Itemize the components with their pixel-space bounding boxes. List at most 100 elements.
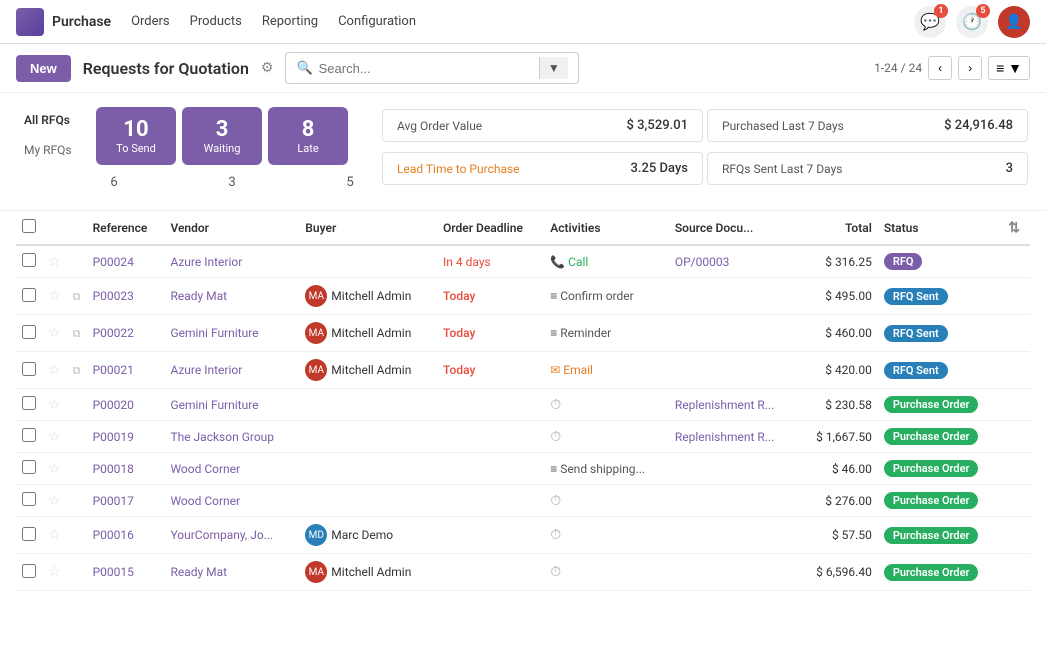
status-badge: Purchase Order <box>884 564 979 581</box>
vendor-link[interactable]: The Jackson Group <box>170 430 274 444</box>
kpi-row-1: Avg Order Value $ 3,529.01 Purchased Las… <box>380 107 1030 144</box>
nav-reporting[interactable]: Reporting <box>262 10 318 33</box>
status-badge: RFQ Sent <box>884 288 948 305</box>
favorite-icon[interactable]: ☆ <box>48 254 61 270</box>
ref-link[interactable]: P00015 <box>93 565 134 579</box>
kpi-area: Avg Order Value $ 3,529.01 Purchased Las… <box>380 107 1030 187</box>
ref-link[interactable]: P00018 <box>93 462 134 476</box>
waiting-card[interactable]: 3 Waiting <box>182 107 262 165</box>
activity-label[interactable]: 📞 Call <box>550 255 588 269</box>
activity-button[interactable]: 🕐 5 <box>956 6 988 38</box>
source-doc-link[interactable]: Replenishment R... <box>675 430 774 444</box>
view-options-button[interactable]: ≡ ▼ <box>988 56 1030 80</box>
ref-link[interactable]: P00017 <box>93 494 134 508</box>
table-area: Reference Vendor Buyer Order Deadline Ac… <box>0 211 1046 591</box>
header-deadline: Order Deadline <box>437 211 544 245</box>
favorite-icon[interactable]: ☆ <box>48 429 61 445</box>
my-waiting: 3 <box>222 175 242 190</box>
nav-items: Orders Products Reporting Configuration <box>131 10 914 33</box>
buyer-cell: MAMitchell Admin <box>305 359 431 381</box>
late-card[interactable]: 8 Late <box>268 107 348 165</box>
buyer-cell: MAMitchell Admin <box>305 561 431 583</box>
status-badge: RFQ Sent <box>884 362 948 379</box>
lead-time-kpi: Lead Time to Purchase 3.25 Days <box>382 152 703 185</box>
stats-area: All RFQs My RFQs 10 To Send 3 Waiting 8 … <box>0 93 1046 211</box>
ref-link[interactable]: P00019 <box>93 430 134 444</box>
activity-label[interactable]: ≡ Reminder <box>550 326 611 340</box>
row-checkbox[interactable] <box>22 460 36 474</box>
vendor-link[interactable]: YourCompany, Jo... <box>170 528 273 542</box>
favorite-icon[interactable]: ☆ <box>48 362 61 378</box>
deadline-value: Today <box>443 326 475 340</box>
row-checkbox[interactable] <box>22 253 36 267</box>
nav-orders[interactable]: Orders <box>131 10 170 33</box>
row-checkbox[interactable] <box>22 325 36 339</box>
rfq-table: Reference Vendor Buyer Order Deadline Ac… <box>16 211 1030 591</box>
vendor-link[interactable]: Gemini Furniture <box>170 398 258 412</box>
messages-badge: 1 <box>934 4 948 18</box>
vendor-link[interactable]: Ready Mat <box>170 565 227 579</box>
favorite-icon[interactable]: ☆ <box>48 288 61 304</box>
search-bar: 🔍 ▼ <box>285 52 578 84</box>
select-all-checkbox[interactable] <box>22 219 36 233</box>
row-checkbox[interactable] <box>22 564 36 578</box>
vendor-link[interactable]: Wood Corner <box>170 494 240 508</box>
app-logo[interactable] <box>16 8 44 36</box>
activity-label[interactable]: ≡ Send shipping... <box>550 462 645 476</box>
vendor-link[interactable]: Wood Corner <box>170 462 240 476</box>
nav-configuration[interactable]: Configuration <box>338 10 416 33</box>
page-title: Requests for Quotation <box>83 59 249 78</box>
all-rfqs-label[interactable]: All RFQs <box>16 107 96 133</box>
row-checkbox[interactable] <box>22 428 36 442</box>
search-input[interactable] <box>319 61 533 76</box>
favorite-icon[interactable]: ☆ <box>48 397 61 413</box>
ref-link[interactable]: P00021 <box>93 363 134 377</box>
buyer-name: Mitchell Admin <box>331 363 411 377</box>
copy-icon[interactable]: ⧉ <box>73 364 81 377</box>
user-avatar[interactable]: 👤 <box>998 6 1030 38</box>
row-checkbox[interactable] <box>22 362 36 376</box>
favorite-icon[interactable]: ☆ <box>48 564 61 580</box>
vendor-link[interactable]: Gemini Furniture <box>170 326 258 340</box>
total-value: $ 57.50 <box>799 517 878 554</box>
status-badge: RFQ Sent <box>884 325 948 342</box>
col-settings-icon[interactable]: ⇅ <box>1008 220 1020 236</box>
next-page-button[interactable]: › <box>958 56 982 80</box>
vendor-link[interactable]: Ready Mat <box>170 289 227 303</box>
row-checkbox[interactable] <box>22 527 36 541</box>
activity-label[interactable]: ≡ Confirm order <box>550 289 633 303</box>
row-checkbox[interactable] <box>22 288 36 302</box>
vendor-link[interactable]: Azure Interior <box>170 363 242 377</box>
favorite-icon[interactable]: ☆ <box>48 527 61 543</box>
ref-link[interactable]: P00023 <box>93 289 134 303</box>
late-num: 8 <box>284 117 332 142</box>
my-rfqs-label[interactable]: My RFQs <box>16 137 96 163</box>
favorite-icon[interactable]: ☆ <box>48 493 61 509</box>
ref-link[interactable]: P00022 <box>93 326 134 340</box>
avg-order-label: Avg Order Value <box>397 119 597 133</box>
ref-link[interactable]: P00024 <box>93 255 134 269</box>
search-dropdown-button[interactable]: ▼ <box>539 57 568 79</box>
sub-header: New Requests for Quotation ⚙ 🔍 ▼ 1-24 / … <box>0 44 1046 93</box>
prev-page-button[interactable]: ‹ <box>928 56 952 80</box>
table-row: ☆⧉P00022Gemini FurnitureMAMitchell Admin… <box>16 315 1030 352</box>
to-send-card[interactable]: 10 To Send <box>96 107 176 165</box>
ref-link[interactable]: P00020 <box>93 398 134 412</box>
vendor-link[interactable]: Azure Interior <box>170 255 242 269</box>
nav-products[interactable]: Products <box>190 10 242 33</box>
favorite-icon[interactable]: ☆ <box>48 461 61 477</box>
row-checkbox[interactable] <box>22 492 36 506</box>
settings-icon[interactable]: ⚙ <box>261 60 274 76</box>
copy-icon[interactable]: ⧉ <box>73 327 81 340</box>
activity-label[interactable]: ✉ Email <box>550 363 593 377</box>
my-to-send: 6 <box>104 175 124 190</box>
source-doc-link[interactable]: OP/00003 <box>675 255 730 269</box>
row-checkbox[interactable] <box>22 396 36 410</box>
favorite-icon[interactable]: ☆ <box>48 325 61 341</box>
ref-link[interactable]: P00016 <box>93 528 134 542</box>
activity-clock-icon: ⏱ <box>550 527 561 543</box>
new-button[interactable]: New <box>16 55 71 82</box>
source-doc-link[interactable]: Replenishment R... <box>675 398 774 412</box>
messages-button[interactable]: 💬 1 <box>914 6 946 38</box>
copy-icon[interactable]: ⧉ <box>73 290 81 303</box>
